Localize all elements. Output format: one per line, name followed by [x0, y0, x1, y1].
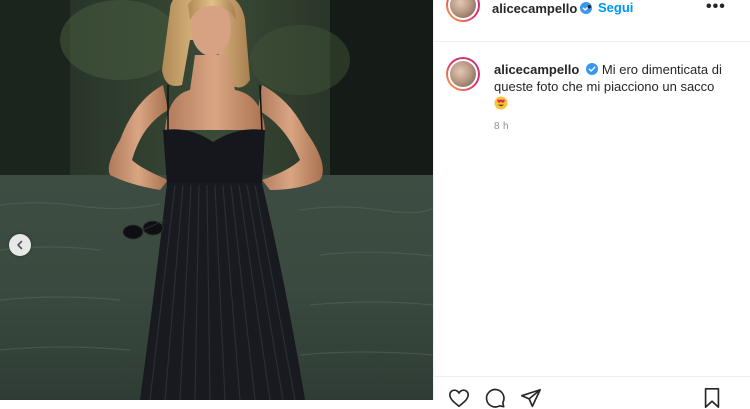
- username-link[interactable]: alicecampello: [492, 1, 577, 16]
- previous-photo-button[interactable]: [9, 234, 31, 256]
- follow-button[interactable]: Segui: [598, 0, 633, 15]
- avatar[interactable]: [446, 0, 480, 22]
- comment-icon[interactable]: [484, 387, 506, 409]
- action-bar: [434, 376, 750, 408]
- avatar[interactable]: [446, 57, 480, 91]
- verified-badge-icon: [586, 63, 599, 75]
- heart-eyes-emoji-icon: [494, 96, 508, 110]
- photo-image: [0, 0, 433, 400]
- more-options-icon[interactable]: •••: [706, 0, 726, 16]
- bookmark-icon[interactable]: [702, 387, 722, 409]
- post-sidebar: alicecampello • Segui ••• alicecampello …: [433, 0, 750, 408]
- caption-text: alicecampello Mi ero dimenticata di ques…: [494, 61, 724, 112]
- chevron-left-icon: [17, 240, 23, 250]
- post-photo[interactable]: [0, 0, 433, 400]
- header-user: alicecampello: [492, 0, 593, 18]
- post-timestamp[interactable]: 8 h: [494, 121, 509, 132]
- separator-dot: •: [587, 0, 592, 14]
- caption-username[interactable]: alicecampello: [494, 62, 579, 77]
- paper-plane-icon[interactable]: [520, 387, 542, 409]
- post-header: alicecampello • Segui •••: [434, 0, 750, 42]
- heart-icon[interactable]: [448, 387, 470, 409]
